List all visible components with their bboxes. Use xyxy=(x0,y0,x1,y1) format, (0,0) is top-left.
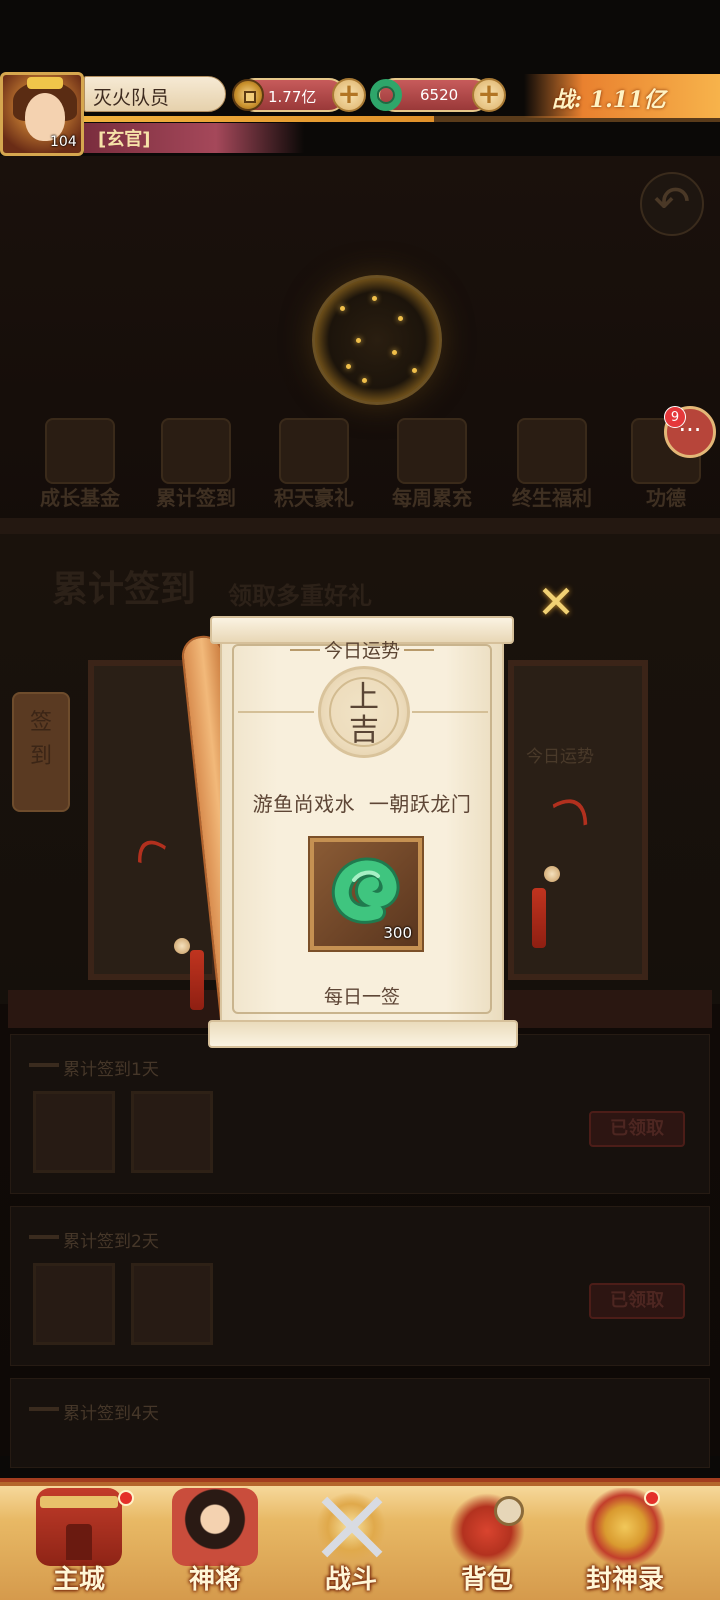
palace-gate-icon xyxy=(36,1488,122,1566)
combat-power: 战: 1.11亿 xyxy=(524,74,720,118)
chat-badge: 9 xyxy=(664,406,686,428)
player-name: 灭火队员 xyxy=(84,76,226,112)
banner-title: 累计签到 xyxy=(52,568,197,610)
tab-label: 累计签到 xyxy=(156,486,236,510)
spark-particle xyxy=(340,306,345,311)
title-marker xyxy=(29,1235,59,1239)
tassel-left xyxy=(190,950,204,1010)
activity-tabs: 成长基金 累计签到 积天豪礼 每周累充 终生福利 功德 xyxy=(0,418,720,518)
weekly-chest-icon xyxy=(397,418,467,484)
notification-dot xyxy=(118,1490,134,1506)
player-level: 104 xyxy=(50,134,77,150)
avatar-crown xyxy=(27,77,63,89)
claimed-button[interactable]: 已领取 xyxy=(589,1283,685,1319)
tab-label: 终生福利 xyxy=(512,486,592,510)
fortune-result-line2: 吉 xyxy=(349,713,379,748)
tab-lifetime-benefits[interactable]: 终生福利 xyxy=(494,418,610,518)
seal-line-left xyxy=(238,711,314,713)
nav-main-city[interactable]: 主城 xyxy=(14,1488,144,1600)
spark-particle xyxy=(356,338,361,343)
reward-item-icon[interactable] xyxy=(131,1263,213,1345)
nav-label: 背包 xyxy=(460,1565,513,1595)
fortune-seal: 上 吉 xyxy=(318,666,410,758)
seal-line-right xyxy=(412,711,488,713)
coin-amount: 1.77亿 xyxy=(268,88,317,106)
nav-backpack[interactable]: 背包 xyxy=(422,1488,552,1600)
reward-item-icon[interactable] xyxy=(33,1263,115,1345)
tassel-right xyxy=(532,888,546,948)
jade-amount: 6520 xyxy=(420,86,459,104)
bead-left xyxy=(174,938,190,954)
reward-slot[interactable]: 300 xyxy=(310,838,422,950)
spark-particle xyxy=(372,296,377,301)
fortune-verse: 游鱼尚戏水 一朝跃龙门 xyxy=(252,792,472,816)
close-icon[interactable]: ✕ xyxy=(534,579,578,626)
nav-generals[interactable]: 神将 xyxy=(150,1488,280,1600)
jade-reward-icon[interactable] xyxy=(131,1091,213,1173)
lantern-label: 签到 xyxy=(29,710,52,769)
tab-weekly-recharge[interactable]: 每周累充 xyxy=(374,418,490,518)
xp-progress-fill xyxy=(84,116,434,122)
title-marker xyxy=(29,1407,59,1411)
dragon-gift-icon xyxy=(279,418,349,484)
player-title: [玄官] xyxy=(84,123,304,153)
list-item: 累计签到4天 xyxy=(10,1378,710,1468)
tab-cumulative-signin[interactable]: 累计签到 xyxy=(138,418,254,518)
spark-particle xyxy=(362,378,367,383)
nav-label: 战斗 xyxy=(324,1565,377,1595)
spark-particle xyxy=(412,368,417,373)
jade-icon xyxy=(370,79,402,111)
list-item-title: 累计签到1天 xyxy=(63,1060,159,1080)
add-jade-button[interactable]: + xyxy=(472,78,506,112)
title-marker xyxy=(29,1063,59,1067)
gourd-bag-icon xyxy=(444,1488,530,1566)
spark-particle xyxy=(346,364,351,369)
glowing-orb-decoration xyxy=(312,275,442,405)
spark-particle xyxy=(398,316,403,321)
bead-right xyxy=(544,866,560,882)
tab-daily-gift[interactable]: 积天豪礼 xyxy=(256,418,372,518)
reward-item-icon[interactable] xyxy=(33,1091,115,1173)
claimed-button[interactable]: 已领取 xyxy=(589,1111,685,1147)
fortune-result-line1: 上 xyxy=(349,680,379,715)
nav-label: 主城 xyxy=(52,1565,105,1595)
tab-growth-fund[interactable]: 成长基金 xyxy=(22,418,138,518)
daily-draw-label: 每日一签 xyxy=(323,986,400,1008)
fortune-title: 今日运势 xyxy=(323,640,400,662)
tab-label: 每周累充 xyxy=(392,486,472,510)
crossed-swords-icon xyxy=(308,1488,394,1566)
scroll-bottom-roll xyxy=(208,1020,518,1048)
back-arrow-button[interactable]: ↶ xyxy=(640,172,704,236)
lifetime-card-icon xyxy=(517,418,587,484)
tab-label: 功德 xyxy=(646,486,686,510)
spark-particle xyxy=(392,350,397,355)
signin-lantern[interactable]: 签到 xyxy=(12,692,70,812)
nav-label: 神将 xyxy=(188,1565,241,1595)
notification-dot xyxy=(644,1490,660,1506)
list-item: 累计签到1天 已领取 xyxy=(10,1034,710,1194)
general-portrait-icon xyxy=(172,1488,258,1566)
reward-quantity: 300 xyxy=(383,924,412,942)
tab-label: 积天豪礼 xyxy=(274,486,354,510)
section-divider xyxy=(0,518,720,534)
coin-icon xyxy=(232,79,264,111)
list-item: 累计签到2天 已领取 xyxy=(10,1206,710,1366)
banner-subtitle: 领取多重好礼 xyxy=(228,581,372,610)
list-item-title: 累计签到4天 xyxy=(63,1404,159,1424)
growth-fund-icon xyxy=(45,418,115,484)
signin-scroll-icon xyxy=(161,418,231,484)
nav-battle[interactable]: 战斗 xyxy=(286,1488,416,1600)
nav-label: 封神录 xyxy=(585,1565,664,1595)
list-item-title: 累计签到2天 xyxy=(63,1232,159,1252)
add-coins-button[interactable]: + xyxy=(332,78,366,112)
fortune-result: 上 吉 xyxy=(329,677,399,747)
nav-deity-record[interactable]: 封神录 xyxy=(560,1488,690,1600)
tab-label: 成长基金 xyxy=(40,486,120,510)
today-fortune-entry[interactable]: 今日运势 xyxy=(526,742,594,767)
